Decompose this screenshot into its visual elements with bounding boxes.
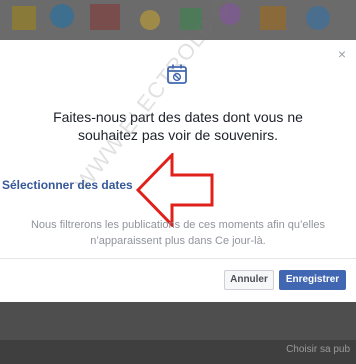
select-dates-link[interactable]: Sélectionner des dates [2,178,133,192]
annotation-arrow [136,153,214,227]
hide-dates-dialog: × Faites-nous part des dates dont vous n… [0,40,356,302]
save-button[interactable]: Enregistrer [279,270,346,290]
background-header [0,0,356,40]
calendar-icon [167,64,187,84]
cancel-button[interactable]: Annuler [224,270,274,290]
dialog-message: Faites-nous part des dates dont vous ne … [53,109,303,143]
close-icon[interactable]: × [334,46,350,62]
ad-choices-link[interactable]: Choisir sa pub [286,344,350,355]
background-cover-art [0,0,356,40]
dialog-info-text: Nous filtrerons les publications de ces … [30,219,326,247]
dialog-footer-divider [0,258,356,259]
